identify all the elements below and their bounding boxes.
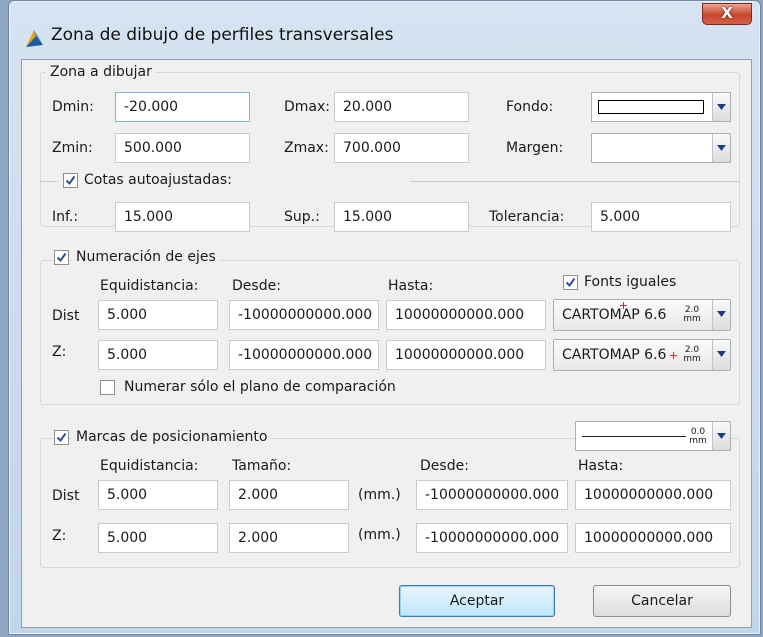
cotas-separator-left — [40, 181, 58, 182]
cursor-cross-icon — [620, 302, 627, 309]
dmax-label: Dmax: — [284, 99, 330, 115]
zmax-label: Zmax: — [284, 140, 329, 156]
marcas-z-hasta-field[interactable]: 10000000000.000 — [575, 523, 731, 553]
marcas-col-hasta: Hasta: — [578, 458, 624, 474]
marcas-line-dropdown-arrow[interactable] — [712, 422, 730, 450]
inf-label: Inf.: — [52, 209, 79, 225]
marcas-dist-desde-field[interactable]: -10000000000.000 — [416, 480, 568, 510]
numerar-plano-checkbox[interactable] — [100, 380, 115, 395]
marcas-z-equidistancia-field[interactable]: 5.000 — [98, 523, 218, 553]
num-dist-equidistancia-field[interactable]: 5.000 — [98, 300, 218, 330]
fonts-iguales-label[interactable]: Fonts iguales — [584, 274, 676, 290]
marcas-z-unit: (mm.) — [358, 527, 401, 543]
tolerancia-label: Tolerancia: — [489, 209, 565, 225]
inf-field[interactable]: 15.000 — [115, 202, 250, 232]
fondo-dropdown-arrow[interactable] — [712, 93, 730, 121]
check-icon — [565, 277, 576, 288]
num-dist-font-size: 2.0 mm — [683, 305, 701, 324]
cotas-checkbox[interactable] — [63, 173, 78, 188]
num-z-font-name: CARTOMAP 6.6 — [562, 347, 667, 363]
marcas-checkbox[interactable] — [54, 430, 69, 445]
chevron-down-icon — [717, 311, 726, 317]
marcas-label[interactable]: Marcas de posicionamiento — [72, 429, 272, 445]
chevron-down-icon — [717, 433, 726, 439]
numeracion-col-desde: Desde: — [232, 278, 281, 294]
check-icon — [56, 252, 67, 263]
marcas-line-preview — [582, 436, 686, 437]
numeracion-label[interactable]: Numeración de ejes — [72, 249, 220, 265]
zmin-label: Zmin: — [52, 140, 93, 156]
numeracion-checkbox[interactable] — [54, 250, 69, 265]
cotas-label[interactable]: Cotas autoajustadas: — [84, 172, 232, 188]
chevron-down-icon — [717, 104, 726, 110]
zona-group-title: Zona a dibujar — [46, 64, 156, 80]
numeracion-col-equidistancia: Equidistancia: — [100, 278, 199, 294]
marcas-col-desde: Desde: — [420, 458, 469, 474]
title-bar[interactable]: Zona de dibujo de perfiles transversales… — [9, 1, 760, 55]
marcas-col-equidistancia: Equidistancia: — [100, 458, 199, 474]
num-z-font-dropdown-arrow[interactable] — [712, 340, 730, 370]
fonts-iguales-checkbox[interactable] — [563, 275, 578, 290]
check-icon — [56, 432, 67, 443]
fondo-color-select[interactable] — [591, 92, 731, 122]
numerar-plano-label[interactable]: Numerar sólo el plano de comparación — [124, 379, 396, 395]
dmax-field[interactable]: 20.000 — [334, 92, 469, 122]
marcas-dist-hasta-field[interactable]: 10000000000.000 — [575, 480, 731, 510]
dmin-label: Dmin: — [52, 99, 94, 115]
app-logo-icon — [26, 30, 43, 47]
zmin-field[interactable]: 500.000 — [115, 133, 250, 163]
num-z-equidistancia-field[interactable]: 5.000 — [98, 340, 218, 370]
marcas-line-size: 0.0 mm — [689, 427, 707, 446]
fondo-color-swatch — [598, 100, 704, 114]
aceptar-button[interactable]: Aceptar — [399, 585, 555, 617]
num-dist-font-dropdown-arrow[interactable] — [712, 300, 730, 330]
chevron-down-icon — [717, 351, 726, 357]
tolerancia-field[interactable]: 5.000 — [591, 202, 731, 232]
check-icon — [65, 175, 76, 186]
sup-label: Sup.: — [284, 209, 320, 225]
close-button[interactable]: X — [702, 3, 752, 25]
margen-label: Margen: — [506, 140, 564, 156]
cotas-separator-right — [410, 181, 740, 182]
sup-field[interactable]: 15.000 — [334, 202, 469, 232]
marcas-dist-tamano-field[interactable]: 2.000 — [229, 480, 349, 510]
num-dist-hasta-field[interactable]: 10000000000.000 — [386, 300, 546, 330]
marcas-z-tamano-field[interactable]: 2.000 — [229, 523, 349, 553]
cursor-cross-icon — [670, 352, 677, 359]
num-z-font-size: 2.0 mm — [683, 345, 701, 364]
marcas-line-select[interactable]: 0.0 mm — [575, 421, 731, 451]
num-z-label: Z: — [52, 344, 67, 360]
num-dist-desde-field[interactable]: -10000000000.000 — [229, 300, 379, 330]
num-dist-label: Dist — [52, 308, 80, 324]
marcas-col-tamano: Tamaño: — [232, 458, 292, 474]
num-z-desde-field[interactable]: -10000000000.000 — [229, 340, 379, 370]
marcas-dist-label: Dist — [52, 488, 80, 504]
num-z-hasta-field[interactable]: 10000000000.000 — [386, 340, 546, 370]
cancelar-button[interactable]: Cancelar — [593, 585, 731, 617]
fondo-label: Fondo: — [506, 99, 554, 115]
margen-dropdown-arrow[interactable] — [712, 134, 730, 162]
chevron-down-icon — [717, 145, 726, 151]
zmax-field[interactable]: 700.000 — [334, 133, 469, 163]
dialog-body: Zona a dibujar Dmin: -20.000 Dmax: 20.00… — [21, 59, 752, 628]
window-title: Zona de dibujo de perfiles transversales — [51, 25, 394, 45]
dmin-field[interactable]: -20.000 — [115, 92, 250, 122]
margen-color-select[interactable] — [591, 133, 731, 163]
dialog-window: Zona de dibujo de perfiles transversales… — [8, 0, 761, 635]
num-dist-font-name: CARTOMAP 6.6 — [562, 307, 667, 323]
marcas-z-label: Z: — [52, 528, 67, 544]
marcas-z-desde-field[interactable]: -10000000000.000 — [416, 523, 568, 553]
numeracion-col-hasta: Hasta: — [388, 278, 434, 294]
num-dist-font-select[interactable]: CARTOMAP 6.6 2.0 mm — [553, 299, 731, 331]
marcas-dist-unit: (mm.) — [358, 487, 401, 503]
marcas-dist-equidistancia-field[interactable]: 5.000 — [98, 480, 218, 510]
num-z-font-select[interactable]: CARTOMAP 6.6 2.0 mm — [553, 339, 731, 371]
